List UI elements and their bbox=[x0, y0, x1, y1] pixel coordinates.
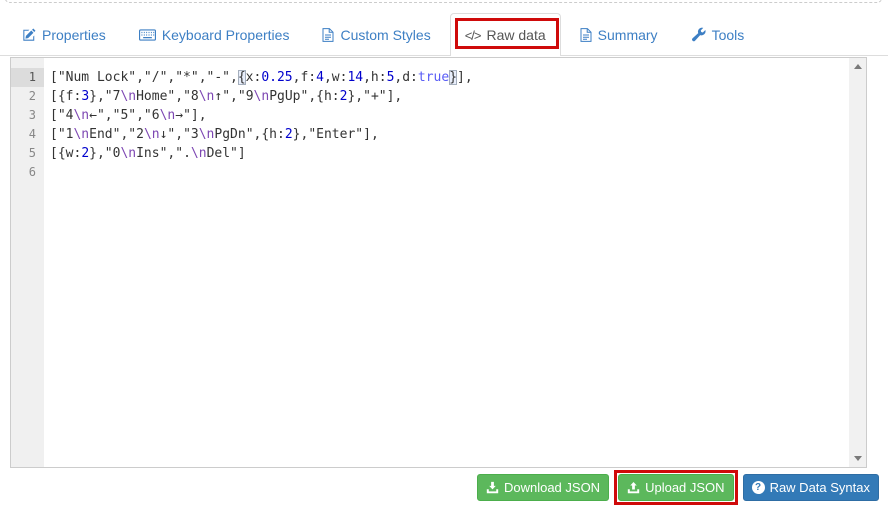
editor-gutter: 123456 bbox=[11, 58, 44, 467]
gutter-line-number: 3 bbox=[11, 106, 44, 125]
code-line: ["4\n←","5","6\n→"], bbox=[50, 106, 847, 125]
code-line: ["Num Lock","/","*","-",{x:0.25,f:4,w:14… bbox=[50, 68, 847, 87]
tab-label: Custom Styles bbox=[340, 27, 430, 43]
wrench-icon bbox=[691, 27, 706, 42]
tab-label: Keyboard Properties bbox=[162, 27, 290, 43]
code-icon: </> bbox=[465, 28, 481, 43]
file-text-icon bbox=[322, 28, 334, 42]
annotation-box-upload-button: Upload JSON bbox=[614, 470, 737, 505]
up-arrow-icon bbox=[854, 64, 862, 69]
scroll-down-button[interactable] bbox=[849, 450, 866, 467]
question-icon: ? bbox=[752, 481, 765, 494]
download-json-button[interactable]: Download JSON bbox=[477, 474, 609, 501]
download-icon bbox=[486, 481, 499, 494]
edit-icon bbox=[22, 28, 36, 42]
code-line bbox=[50, 163, 847, 182]
tab-tools[interactable]: Tools bbox=[677, 13, 759, 56]
tab-label: Summary bbox=[598, 27, 658, 43]
tab-custom-styles[interactable]: Custom Styles bbox=[308, 13, 444, 56]
upload-json-button[interactable]: Upload JSON bbox=[618, 474, 733, 501]
code-line: [{f:3},"7\nHome","8\n↑","9\nPgUp",{h:2},… bbox=[50, 87, 847, 106]
tab-properties[interactable]: Properties bbox=[8, 13, 120, 56]
button-label: Download JSON bbox=[504, 480, 600, 495]
tab-label: Tools bbox=[712, 27, 745, 43]
raw-data-syntax-button[interactable]: ? Raw Data Syntax bbox=[743, 474, 879, 501]
footer-button-row: Download JSON Upload JSON ? Raw Data Syn… bbox=[477, 470, 879, 505]
down-arrow-icon bbox=[854, 456, 862, 461]
file-text-icon bbox=[580, 28, 592, 42]
tab-label: Raw data bbox=[487, 27, 546, 43]
gutter-line-number: 5 bbox=[11, 144, 44, 163]
code-line: [{w:2},"0\nIns",".\nDel"] bbox=[50, 144, 847, 163]
upload-icon bbox=[627, 481, 640, 494]
tab-summary[interactable]: Summary bbox=[566, 13, 672, 56]
gutter-line-number: 1 bbox=[11, 68, 44, 87]
button-label: Upload JSON bbox=[645, 480, 724, 495]
code-area[interactable]: ["Num Lock","/","*","-",{x:0.25,f:4,w:14… bbox=[44, 58, 849, 467]
gutter-line-number: 6 bbox=[11, 163, 44, 182]
tab-bar: Properties Keyboard Properties Custom St… bbox=[8, 13, 763, 56]
scroll-up-button[interactable] bbox=[849, 58, 866, 75]
tab-raw-data[interactable]: </> Raw data bbox=[450, 13, 561, 56]
tab-label: Properties bbox=[42, 27, 106, 43]
code-editor: 123456 ["Num Lock","/","*","-",{x:0.25,f… bbox=[10, 57, 867, 468]
code-line: ["1\nEnd","2\n↓","3\nPgDn",{h:2},"Enter"… bbox=[50, 125, 847, 144]
button-label: Raw Data Syntax bbox=[770, 480, 870, 495]
gutter-line-number: 4 bbox=[11, 125, 44, 144]
gutter-line-number: 2 bbox=[11, 87, 44, 106]
tab-keyboard-properties[interactable]: Keyboard Properties bbox=[125, 13, 304, 56]
editor-scrollbar[interactable] bbox=[849, 58, 866, 467]
keyboard-icon bbox=[139, 29, 156, 41]
top-dashed-border bbox=[4, 0, 883, 3]
